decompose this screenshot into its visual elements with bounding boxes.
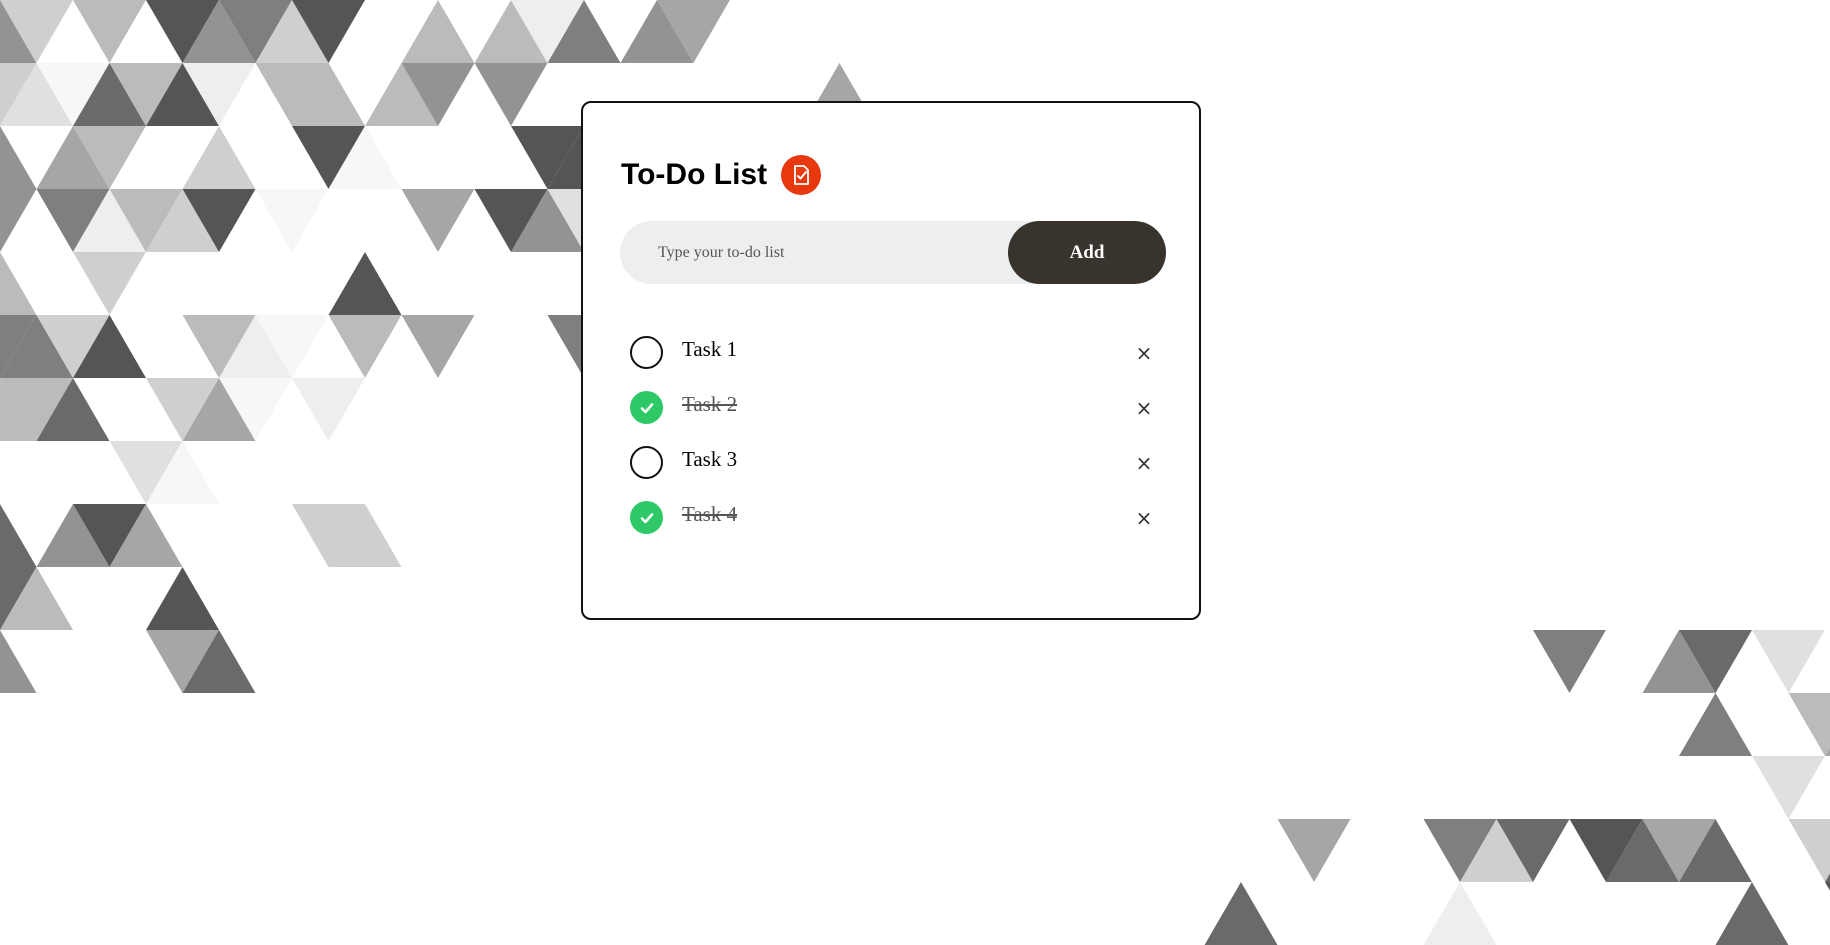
task-item[interactable]: Task 1 ×: [630, 325, 1158, 380]
page-title: To-Do List: [621, 158, 768, 191]
checked-circle-icon[interactable]: [630, 501, 663, 534]
unchecked-circle-icon[interactable]: [630, 446, 663, 479]
delete-task-button[interactable]: ×: [1130, 394, 1158, 422]
add-task-row: Add: [620, 221, 1166, 284]
task-item[interactable]: Task 4 ×: [630, 490, 1158, 545]
task-text: Task 3: [682, 447, 738, 471]
task-text: Task 4: [682, 502, 738, 526]
task-item[interactable]: Task 3 ×: [630, 435, 1158, 490]
todo-card: To-Do List Add Task 1×Task 2×Task 3×Task…: [581, 101, 1201, 620]
checked-circle-icon[interactable]: [630, 391, 663, 424]
unchecked-circle-icon[interactable]: [630, 336, 663, 369]
task-text: Task 2: [682, 392, 738, 416]
checklist-icon: [781, 155, 822, 195]
delete-task-button[interactable]: ×: [1130, 504, 1158, 532]
task-text: Task 1: [682, 337, 738, 361]
title-row: To-Do List: [621, 155, 822, 195]
delete-task-button[interactable]: ×: [1130, 339, 1158, 367]
task-list: Task 1 × Task 2 × Task 3 × Task 4 ×: [630, 325, 1158, 545]
add-button[interactable]: Add: [1008, 221, 1166, 284]
task-item[interactable]: Task 2 ×: [630, 380, 1158, 435]
task-input[interactable]: [620, 221, 1000, 284]
delete-task-button[interactable]: ×: [1130, 449, 1158, 477]
